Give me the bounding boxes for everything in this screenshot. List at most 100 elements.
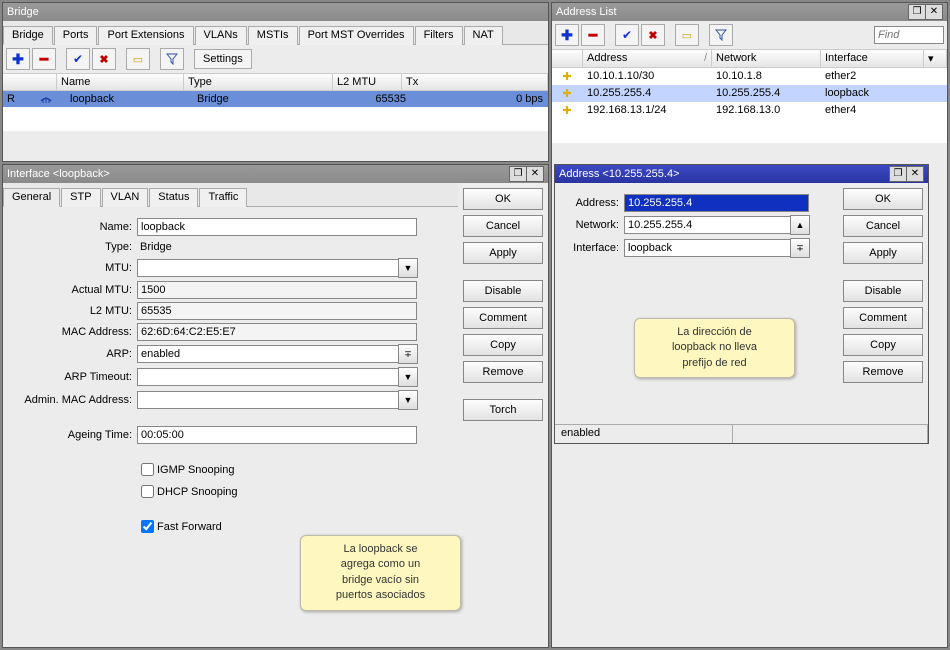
add-button[interactable]: ✚ — [555, 24, 579, 46]
plus-icon: ✚ — [561, 27, 573, 44]
maximize-icon: ❐ — [913, 7, 922, 17]
disable-button[interactable]: Disable — [463, 280, 543, 302]
remove-button[interactable]: Remove — [463, 361, 543, 383]
filter-button[interactable] — [709, 24, 733, 46]
close-button[interactable]: ✕ — [526, 166, 544, 182]
remove-button[interactable]: Remove — [843, 361, 923, 383]
close-icon: ✕ — [911, 169, 919, 179]
cancel-button[interactable]: Cancel — [843, 215, 923, 237]
tab-ports[interactable]: Ports — [54, 26, 98, 45]
mtu-expand[interactable]: ▼ — [398, 258, 418, 278]
tab-filters-bridge[interactable]: Filters — [415, 26, 463, 45]
apply-button[interactable]: Apply — [463, 242, 543, 264]
interface-dropdown[interactable]: ∓ — [790, 238, 810, 258]
plus-icon: ✚ — [12, 51, 24, 68]
apply-button[interactable]: Apply — [843, 242, 923, 264]
type-value: Bridge — [137, 239, 423, 255]
adminmac-expand[interactable]: ▼ — [398, 390, 418, 410]
remove-button[interactable]: ━ — [581, 24, 605, 46]
tab-status[interactable]: Status — [149, 188, 198, 207]
tab-vlans[interactable]: VLANs — [195, 26, 247, 45]
enable-button[interactable]: ✔ — [615, 24, 639, 46]
addr-title: Address <10.255.255.4> — [559, 168, 679, 180]
network-expand[interactable]: ▲ — [790, 215, 810, 235]
filter-button[interactable] — [160, 48, 184, 70]
bridge-row[interactable]: R loopback Bridge 65535 0 bps — [3, 91, 548, 107]
ok-button[interactable]: OK — [843, 188, 923, 210]
col-address[interactable]: Address — [587, 52, 627, 65]
tab-mstis[interactable]: MSTIs — [248, 26, 298, 45]
remove-button[interactable]: ━ — [32, 48, 56, 70]
maximize-button[interactable]: ❐ — [908, 4, 926, 20]
address-row[interactable]: ✚ 10.255.255.4 10.255.255.4 loopback — [552, 85, 947, 102]
address-row[interactable]: ✚ 10.10.1.10/30 10.10.1.8 ether2 — [552, 68, 947, 85]
tab-bridge[interactable]: Bridge — [3, 26, 53, 45]
cancel-button[interactable]: Cancel — [463, 215, 543, 237]
mac-label: MAC Address: — [7, 326, 137, 338]
torch-button[interactable]: Torch — [463, 399, 543, 421]
comment-button[interactable]: Comment — [843, 307, 923, 329]
amtu-field — [137, 281, 417, 299]
add-button[interactable]: ✚ — [6, 48, 30, 70]
find-input[interactable] — [874, 26, 944, 44]
igmp-checkbox[interactable] — [141, 463, 154, 476]
ff-checkbox[interactable] — [141, 520, 154, 533]
close-button[interactable]: ✕ — [906, 166, 924, 182]
comment-button[interactable]: Comment — [463, 307, 543, 329]
copy-button[interactable]: Copy — [843, 334, 923, 356]
tab-nat[interactable]: NAT — [464, 26, 503, 45]
comment-button[interactable]: ▭ — [126, 48, 150, 70]
col-name[interactable]: Name — [57, 74, 184, 90]
col-interface[interactable]: Interface — [821, 50, 924, 67]
network-field[interactable] — [624, 216, 791, 234]
col-tx[interactable]: Tx — [402, 74, 548, 90]
enable-button[interactable]: ✔ — [66, 48, 90, 70]
network-label: Network: — [559, 219, 624, 231]
close-icon: ✕ — [930, 7, 938, 17]
name-field[interactable] — [137, 218, 417, 236]
addrlist-header: Address/ Network Interface ▾ — [552, 50, 947, 68]
tab-stp[interactable]: STP — [61, 188, 100, 207]
status-enabled: enabled — [555, 425, 733, 443]
comment-button[interactable]: ▭ — [675, 24, 699, 46]
mtu-field[interactable] — [137, 259, 399, 277]
tab-general[interactable]: General — [3, 188, 60, 207]
dhcp-checkbox[interactable] — [141, 485, 154, 498]
address-row[interactable]: ✚ 192.168.13.1/24 192.168.13.0 ether4 — [552, 102, 947, 119]
maximize-button[interactable]: ❐ — [889, 166, 907, 182]
ok-button[interactable]: OK — [463, 188, 543, 210]
iface-title: Interface <loopback> — [7, 168, 110, 180]
arp-dropdown[interactable]: ∓ — [398, 344, 418, 364]
addrlist-title: Address List — [556, 6, 617, 18]
address-field[interactable] — [624, 194, 809, 212]
disable-button[interactable]: ✖ — [641, 24, 665, 46]
ageing-field[interactable] — [137, 426, 417, 444]
disable-button[interactable]: Disable — [843, 280, 923, 302]
row-l2mtu: 65535 — [342, 91, 411, 107]
maximize-icon: ❐ — [514, 169, 523, 179]
settings-button[interactable]: Settings — [194, 49, 252, 69]
address-window: Address <10.255.255.4> ❐ ✕ Address: Netw… — [554, 164, 929, 444]
disable-button[interactable]: ✖ — [92, 48, 116, 70]
maximize-button[interactable]: ❐ — [509, 166, 527, 182]
close-button[interactable]: ✕ — [925, 4, 943, 20]
tab-port-extensions[interactable]: Port Extensions — [98, 26, 193, 45]
copy-button[interactable]: Copy — [463, 334, 543, 356]
adminmac-label: Admin. MAC Address: — [7, 394, 137, 406]
arpto-expand[interactable]: ▼ — [398, 367, 418, 387]
tab-vlan[interactable]: VLAN — [102, 188, 149, 207]
col-l2mtu[interactable]: L2 MTU — [333, 74, 402, 90]
tab-traffic[interactable]: Traffic — [199, 188, 247, 207]
col-network[interactable]: Network — [712, 50, 821, 67]
address-icon: ✚ — [562, 71, 571, 83]
interface-field[interactable] — [624, 239, 791, 257]
adminmac-field[interactable] — [137, 391, 399, 409]
igmp-label: IGMP Snooping — [157, 464, 234, 476]
col-picker[interactable]: ▾ — [924, 50, 947, 67]
check-icon: ✔ — [622, 28, 632, 42]
row-address: 192.168.13.1/24 — [583, 102, 712, 119]
col-type[interactable]: Type — [184, 74, 333, 90]
arp-field[interactable] — [137, 345, 399, 363]
tab-port-mst-overrides[interactable]: Port MST Overrides — [299, 26, 414, 45]
arpto-field[interactable] — [137, 368, 399, 386]
